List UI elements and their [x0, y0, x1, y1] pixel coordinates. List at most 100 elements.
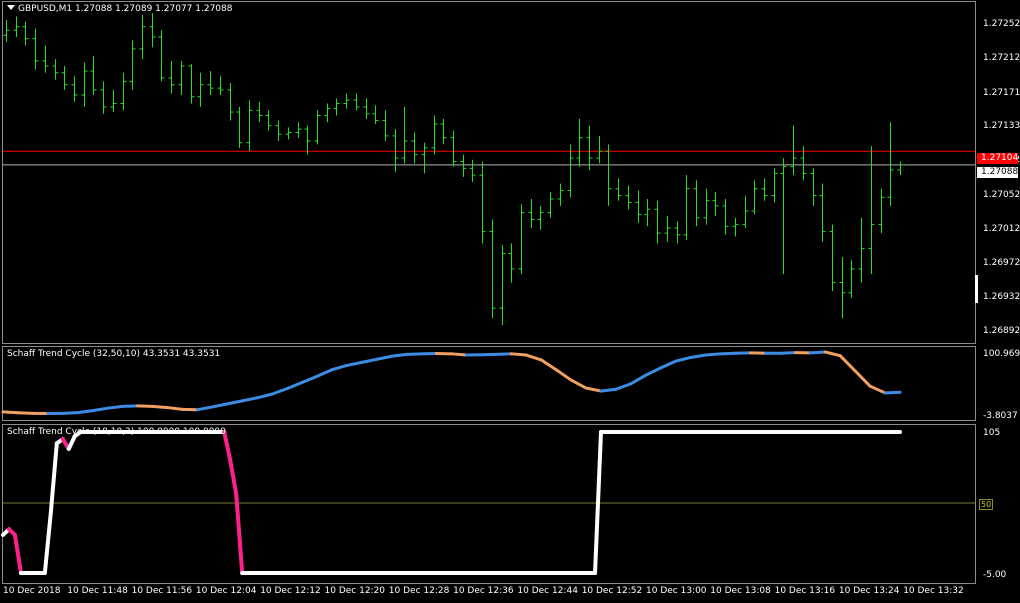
time-tick-label: 10 Dec 12:28 [388, 586, 450, 596]
ohlc-bar [149, 13, 156, 48]
price-tick-label: 1.27133 [983, 120, 1020, 131]
stc2-min-label: -5.00 [983, 570, 1007, 580]
stc1-min-label: -3.8037 [983, 411, 1018, 421]
ohlc-bar [839, 256, 846, 319]
ohlc-bar [576, 118, 583, 167]
ohlc-bar [236, 106, 243, 148]
time-tick-label: 10 Dec 12:20 [324, 586, 386, 596]
ohlc-bar [42, 45, 49, 73]
ohlc-bar [178, 60, 185, 95]
ohlc-bar [780, 158, 787, 275]
ohlc-bar [771, 168, 778, 203]
ohlc-bar [61, 65, 68, 90]
dropdown-triangle-icon[interactable] [7, 5, 15, 10]
ohlc-bar [168, 60, 175, 94]
ohlc-bar [3, 19, 10, 43]
ohlc-bar [304, 125, 311, 155]
price-tick-label: 1.26972 [983, 257, 1020, 268]
ohlc-bar [32, 28, 39, 70]
stc2-level-label: 50 [979, 499, 994, 510]
time-tick-label: 10 Dec 11:56 [131, 586, 193, 596]
ohlc-bar [440, 118, 447, 145]
ohlc-bar [333, 98, 340, 116]
ohlc-bar [207, 71, 214, 95]
chart-shift-handle[interactable] [975, 275, 978, 303]
ohlc-bar [605, 144, 612, 206]
time-tick-label: 10 Dec 12:44 [517, 586, 578, 596]
ohlc-bar [52, 59, 59, 80]
ohlc-bar [265, 110, 272, 131]
ohlc-bar [712, 192, 719, 217]
ohlc-bar [139, 14, 146, 60]
ohlc-bar [848, 260, 855, 298]
ohlc-bar [790, 125, 797, 176]
ohlc-bar [22, 21, 29, 46]
ohlc-bar [450, 130, 457, 167]
ohlc-bar [285, 127, 292, 140]
ohlc-bar [479, 161, 486, 244]
time-tick-label: 10 Dec 12:12 [260, 586, 321, 596]
ohlc-bar [897, 161, 904, 176]
ohlc-bar [129, 40, 136, 90]
ohlc-bar [227, 83, 234, 121]
stc2-max-label: 105 [983, 428, 1001, 438]
stc-pane-1[interactable]: Schaff Trend Cycle (32,50,10) 43.3531 43… [2, 346, 976, 421]
ohlc-bar [246, 100, 253, 152]
ohlc-bar [188, 64, 195, 104]
price-pane-title: GBPUSD,M1 1.27088 1.27089 1.27077 1.2708… [7, 4, 232, 14]
ohlc-bar [819, 183, 826, 242]
stc1-max-label: 100.9696 [983, 349, 1020, 359]
stc2-title: Schaff Trend Cycle (10,10,3) 100.0000 10… [7, 427, 226, 437]
time-tick-label: 10 Dec 13:32 [903, 586, 964, 596]
ohlc-bar [703, 188, 710, 225]
ohlc-bar [829, 224, 836, 292]
ohlc-bar [644, 199, 651, 227]
ohlc-bar [693, 180, 700, 227]
ohlc-bar [81, 62, 88, 107]
ohlc-bar [110, 89, 117, 113]
ohlc-bar [431, 115, 438, 155]
ohlc-bar [615, 178, 622, 201]
ohlc-bar [353, 93, 360, 111]
ohlc-bar [411, 132, 418, 164]
ohlc-bar [742, 195, 749, 228]
price-chart-svg [3, 13, 976, 333]
ohlc-bar [537, 205, 544, 230]
price-tick-label: 1.27171 [983, 88, 1020, 99]
price-tick-label: 1.27212 [983, 53, 1020, 64]
ohlc-bar [256, 101, 263, 123]
ohlc-bar [596, 135, 603, 164]
ohlc-bar [489, 219, 496, 319]
stc-pane-2[interactable]: Schaff Trend Cycle (10,10,3) 100.0000 10… [2, 424, 976, 584]
ohlc-bar [751, 180, 758, 215]
ohlc-bar [158, 30, 165, 82]
time-tick-label: 10 Dec 2018 [3, 586, 61, 596]
ohlc-bar [586, 125, 593, 171]
ohlc-bar [401, 106, 408, 164]
time-tick-label: 10 Dec 13:24 [838, 586, 900, 596]
ohlc-bar [197, 72, 204, 107]
ohlc-bar [90, 55, 97, 95]
stc1-title: Schaff Trend Cycle (32,50,10) 43.3531 43… [7, 349, 221, 359]
red-line-price-label: 1.27104 [977, 153, 1018, 164]
symbol-info: GBPUSD,M1 1.27088 1.27089 1.27077 1.2708… [18, 4, 233, 14]
ohlc-bar [674, 221, 681, 244]
ohlc-bar [732, 217, 739, 237]
ohlc-bar [324, 103, 331, 123]
ohlc-bar [508, 243, 515, 283]
ohlc-bar [421, 142, 428, 174]
ohlc-bar [518, 204, 525, 275]
ohlc-bar [528, 199, 535, 228]
ohlc-bar [100, 81, 107, 114]
ohlc-bar [460, 154, 467, 177]
ohlc-bar [382, 110, 389, 142]
time-tick-label: 10 Dec 12:36 [453, 586, 514, 596]
ohlc-bar [654, 200, 661, 244]
ohlc-bar [761, 178, 768, 201]
ohlc-bar [372, 105, 379, 124]
current-price-label: 1.27088 [977, 167, 1018, 178]
ohlc-bar [858, 217, 865, 283]
time-tick-label: 10 Dec 12:52 [581, 586, 643, 596]
price-tick-label: 1.27012 [983, 223, 1020, 234]
ohlc-bar [664, 216, 671, 242]
